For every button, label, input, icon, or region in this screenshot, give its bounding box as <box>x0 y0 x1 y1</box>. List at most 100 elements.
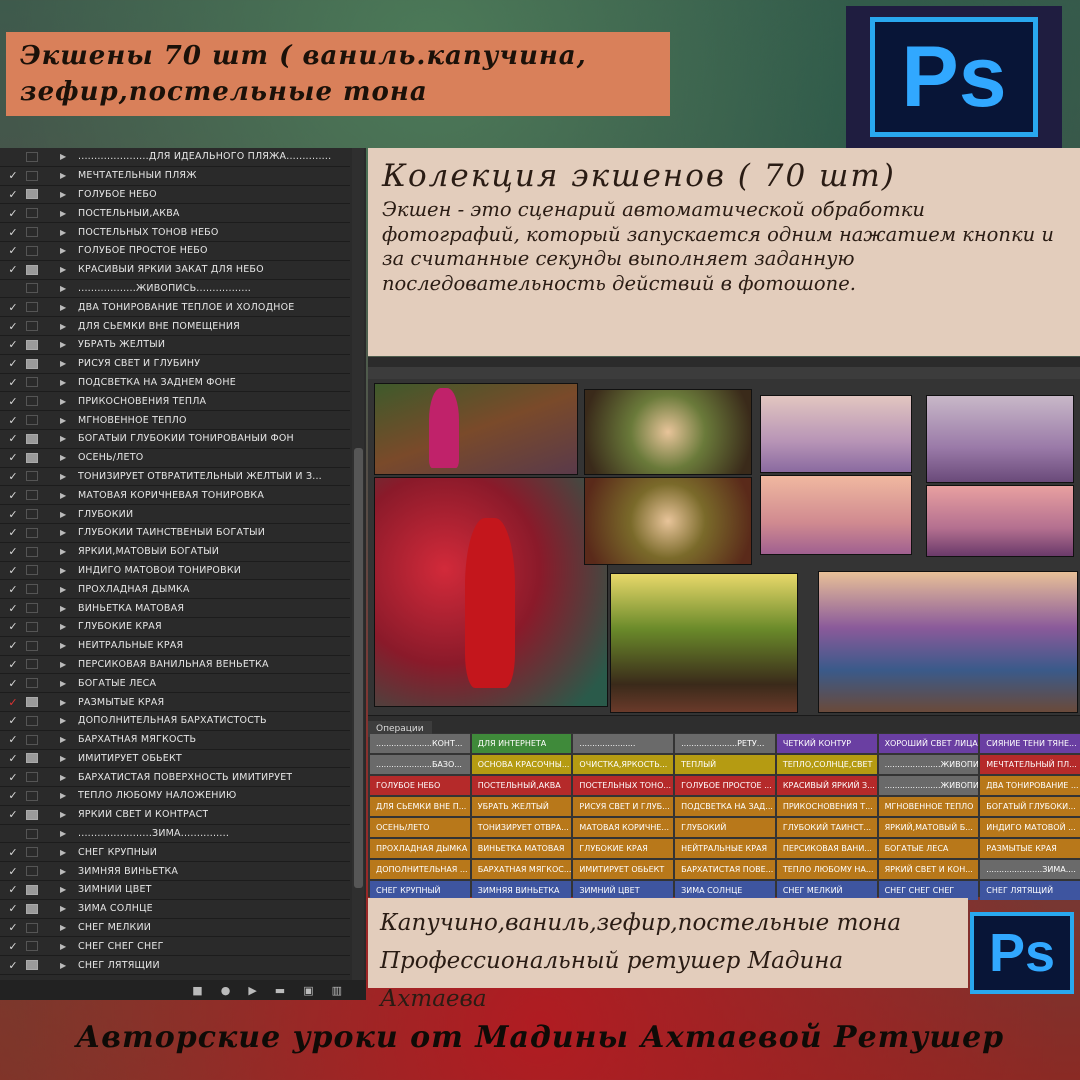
operation-button[interactable]: ПОСТЕЛЬНЫЙ,АКВА <box>471 776 572 795</box>
play-icon[interactable]: ▶ <box>248 984 256 997</box>
expand-arrow-icon[interactable]: ▶ <box>60 322 78 331</box>
check-icon[interactable]: ✓ <box>0 188 26 201</box>
expand-arrow-icon[interactable]: ▶ <box>60 848 78 857</box>
expand-arrow-icon[interactable]: ▶ <box>60 434 78 443</box>
operation-button[interactable]: ......................БАЗО... <box>370 755 470 774</box>
dialog-toggle-icon[interactable] <box>26 790 38 801</box>
dialog-toggle-icon[interactable] <box>26 584 38 595</box>
check-icon[interactable]: ✓ <box>0 771 26 784</box>
expand-arrow-icon[interactable]: ▶ <box>60 904 78 913</box>
dialog-toggle-icon[interactable] <box>26 659 38 670</box>
expand-arrow-icon[interactable]: ▶ <box>60 566 78 575</box>
dialog-toggle-icon[interactable] <box>26 565 38 576</box>
expand-arrow-icon[interactable]: ▶ <box>60 885 78 894</box>
expand-arrow-icon[interactable]: ▶ <box>60 359 78 368</box>
expand-arrow-icon[interactable]: ▶ <box>60 942 78 951</box>
expand-arrow-icon[interactable]: ▶ <box>60 773 78 782</box>
check-icon[interactable]: ✓ <box>0 526 26 539</box>
photo-boy-wall[interactable] <box>610 573 798 713</box>
action-row[interactable]: ✓ ▶ ИМИТИРУЕТ ОБЬЕКТ <box>0 750 350 769</box>
photo-child-field-1[interactable] <box>926 395 1074 483</box>
action-row[interactable]: ▶ ..................ЖИВОПИСЬ.............… <box>0 280 350 299</box>
check-icon[interactable]: ✓ <box>0 902 26 915</box>
dialog-toggle-icon[interactable] <box>26 264 38 275</box>
check-icon[interactable]: ✓ <box>0 301 26 314</box>
photo-boy-scarf-2[interactable] <box>584 477 752 565</box>
check-icon[interactable]: ✓ <box>0 921 26 934</box>
dialog-toggle-icon[interactable] <box>26 471 38 482</box>
dialog-toggle-icon[interactable] <box>26 734 38 745</box>
expand-arrow-icon[interactable]: ▶ <box>60 679 78 688</box>
check-icon[interactable]: ✓ <box>0 564 26 577</box>
check-icon[interactable]: ✓ <box>0 865 26 878</box>
operation-button[interactable]: ......................КОНТ... <box>370 734 470 753</box>
action-row[interactable]: ✓ ▶ СНЕГ КРУПНЫЙ <box>0 843 350 863</box>
operation-button[interactable]: ОСНОВА КРАСОЧНЫ... <box>471 755 572 774</box>
action-row[interactable]: ✓ ▶ СНЕГ СНЕГ СНЕГ <box>0 937 350 957</box>
action-row[interactable]: ✓ ▶ НЕЙТРАЛЬНЫЕ КРАЯ <box>0 637 350 656</box>
operation-button[interactable]: МАТОВАЯ КОРИЧНЕ... <box>573 818 674 837</box>
expand-arrow-icon[interactable]: ▶ <box>60 303 78 312</box>
check-icon[interactable]: ✓ <box>0 789 26 802</box>
dialog-toggle-icon[interactable] <box>26 509 38 520</box>
dialog-toggle-icon[interactable] <box>26 772 38 783</box>
expand-arrow-icon[interactable]: ▶ <box>60 246 78 255</box>
photo-girl-lavender-2[interactable] <box>760 475 912 555</box>
action-row[interactable]: ✓ ▶ ГЛУБОКИЙ <box>0 505 350 524</box>
expand-arrow-icon[interactable]: ▶ <box>60 453 78 462</box>
check-icon[interactable]: ✓ <box>0 639 26 652</box>
photo-girl-pink-dress[interactable] <box>374 383 578 475</box>
operation-button[interactable]: ЧЕТКИЙ КОНТУР <box>776 734 877 753</box>
expand-arrow-icon[interactable]: ▶ <box>60 171 78 180</box>
check-icon[interactable]: ✓ <box>0 583 26 596</box>
check-icon[interactable]: ✓ <box>0 432 26 445</box>
dialog-toggle-icon[interactable] <box>26 415 38 426</box>
operation-button[interactable]: ПРОХЛАДНАЯ ДЫМКА <box>370 839 470 858</box>
action-row[interactable]: ✓ ▶ ДЛЯ СЬЕМКИ ВНЕ ПОМЕЩЕНИЯ <box>0 317 350 336</box>
dialog-toggle-icon[interactable] <box>26 678 38 689</box>
expand-arrow-icon[interactable]: ▶ <box>60 152 78 161</box>
action-row[interactable]: ✓ ▶ ОСЕНЬ/ЛЕТО <box>0 449 350 468</box>
operation-button[interactable]: ГОЛУБОЕ ПРОСТОЕ ... <box>675 776 775 795</box>
action-row[interactable]: ✓ ▶ ЗИМНИЙ ЦВЕТ <box>0 881 350 900</box>
operation-button[interactable]: ХОРОШИЙ СВЕТ ЛИЦА <box>878 734 979 753</box>
check-icon[interactable]: ✓ <box>0 846 26 859</box>
action-row[interactable]: ✓ ▶ СНЕГ ЛЯТЯЩИЙ <box>0 956 350 976</box>
check-icon[interactable]: ✓ <box>0 451 26 464</box>
check-icon[interactable]: ✓ <box>0 338 26 351</box>
action-row[interactable]: ▶ .......................ЗИМА............… <box>0 825 350 844</box>
new-action-icon[interactable]: ▣ <box>303 984 313 997</box>
action-row[interactable]: ✓ ▶ ГОЛУБОЕ НЕБО <box>0 186 350 205</box>
action-row[interactable]: ✓ ▶ ГЛУБОКИЙ ТАИНСТВЕНЫЙ БОГАТЫЙ <box>0 524 350 543</box>
action-row[interactable]: ✓ ▶ РИСУЯ СВЕТ И ГЛУБИНУ <box>0 355 350 374</box>
operation-button[interactable]: ВИНЬЕТКА МАТОВАЯ <box>471 839 572 858</box>
action-row[interactable]: ✓ ▶ МАТОВАЯ КОРИЧНЕВАЯ ТОНИРОВКА <box>0 486 350 506</box>
action-row[interactable]: ✓ ▶ ЯРКИЙ,МАТОВЫЙ БОГАТЫЙ <box>0 543 350 562</box>
expand-arrow-icon[interactable]: ▶ <box>60 491 78 500</box>
action-row[interactable]: ✓ ▶ ПОСТЕЛЬНЫЙ,АКВА <box>0 204 350 224</box>
action-row[interactable]: ✓ ▶ ЯРКИЙ СВЕТ И КОНТРАСТ <box>0 806 350 825</box>
expand-arrow-icon[interactable]: ▶ <box>60 547 78 556</box>
dialog-toggle-icon[interactable] <box>26 245 38 256</box>
action-row[interactable]: ✓ ▶ ВИНЬЕТКА МАТОВАЯ <box>0 599 350 618</box>
operation-button[interactable]: ГЛУБОКИЕ КРАЯ <box>573 839 674 858</box>
action-row[interactable]: ✓ ▶ БОГАТЫЙ ГЛУБОКИЙ ТОНИРОВАНЫЙ ФОН <box>0 430 350 449</box>
operation-button[interactable]: ...................... <box>573 734 674 753</box>
expand-arrow-icon[interactable]: ▶ <box>60 397 78 406</box>
operation-button[interactable]: МЕЧТАТЕЛЬНЫЙ ПЛ... <box>980 755 1080 774</box>
dialog-toggle-icon[interactable] <box>26 715 38 726</box>
dialog-toggle-icon[interactable] <box>26 227 38 238</box>
action-row[interactable]: ✓ ▶ СНЕГ МЕЛКИЙ <box>0 919 350 938</box>
check-icon[interactable]: ✓ <box>0 545 26 558</box>
check-icon[interactable]: ✓ <box>0 470 26 483</box>
operation-button[interactable]: РАЗМЫТЫЕ КРАЯ <box>980 839 1080 858</box>
operation-button[interactable]: СНЕГ ЛЯТЯЩИЙ <box>980 881 1080 900</box>
operation-button[interactable]: БОГАТЫЕ ЛЕСА <box>878 839 979 858</box>
action-row[interactable]: ✓ ▶ ГОЛУБОЕ ПРОСТОЕ НЕБО <box>0 242 350 261</box>
operation-button[interactable]: ОЧИСТКА,ЯРКОСТЬ... <box>573 755 674 774</box>
check-icon[interactable]: ✓ <box>0 244 26 257</box>
action-row[interactable]: ▶ ......................ДЛЯ ИДЕАЛЬНОГО ПЛ… <box>0 148 350 167</box>
operation-button[interactable]: МГНОВЕННОЕ ТЕПЛО <box>878 797 979 816</box>
expand-arrow-icon[interactable]: ▶ <box>60 585 78 594</box>
check-icon[interactable]: ✓ <box>0 357 26 370</box>
